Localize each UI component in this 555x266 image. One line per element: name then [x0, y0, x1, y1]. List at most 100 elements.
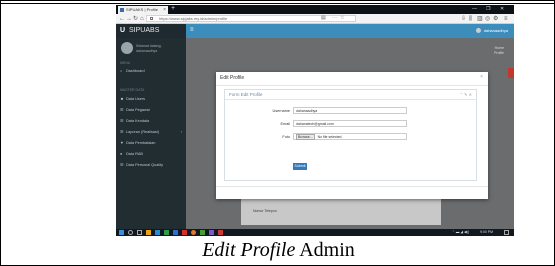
sidebar-item-label: Laporan (Realisasi): [126, 130, 159, 134]
sidebar: U SIPUABS Selamat datang, dahanaadhya ME…: [116, 24, 186, 229]
profile-phone-label: Nomor Telepon: [253, 209, 277, 213]
header-user-menu[interactable]: dahanaadhya: [475, 28, 508, 34]
notification-icon[interactable]: [504, 230, 509, 235]
users-icon: ☻: [120, 97, 124, 101]
sidebar-section-master: MASTER DATA: [120, 88, 145, 92]
app-red-icon[interactable]: [182, 230, 187, 235]
sidebar-item-laporan[interactable]: ☰ Laporan (Realisasi) ‹: [116, 127, 186, 137]
panel-tools-icon[interactable]: ⌃ ✎ ✕: [460, 92, 472, 97]
frame-top-rule: [1, 1, 555, 4]
menu-icon[interactable]: ≡: [504, 15, 508, 23]
sidebar-item-label: Data Users: [126, 97, 146, 101]
content-area: Home Profile Username dahanaadhya Email …: [186, 38, 514, 229]
panel-heading: Form Edit Profile ⌃ ✎ ✕: [225, 90, 476, 100]
hamburger-icon[interactable]: ≡: [190, 27, 194, 33]
sidebar-item-dashboard[interactable]: ⌂ Dashboard: [116, 66, 186, 76]
reader-icon[interactable]: ▤: [321, 15, 326, 22]
task-view-icon[interactable]: [137, 230, 142, 235]
app-purple-icon[interactable]: [209, 230, 214, 235]
avatar: [121, 42, 133, 54]
sidebar-item-pegawai[interactable]: ☰ Data Pegawai: [116, 105, 186, 115]
form-panel: Form Edit Profile ⌃ ✎ ✕ Username Email F…: [224, 89, 477, 181]
url-text: https://www.sipjaks.my.id/admin/profile: [159, 16, 228, 21]
username-label: Username: [272, 109, 290, 113]
app-green-icon[interactable]: [164, 230, 169, 235]
search-icon[interactable]: [128, 230, 133, 235]
close-window-button[interactable]: ✕: [500, 5, 504, 13]
tray-icons[interactable]: ⌃ ▬ ◢ ◀)): [452, 229, 469, 236]
tab-title: SIPUAKS | Profile: [126, 7, 158, 12]
caption-italic: Edit Profile: [202, 239, 296, 261]
back-icon[interactable]: ←: [119, 15, 125, 23]
account-icon[interactable]: ◎: [485, 15, 490, 23]
library-icon[interactable]: ⫼: [469, 15, 472, 23]
user-name: dahanaadhya: [136, 49, 158, 53]
brand-logo-icon: U: [120, 27, 126, 34]
page-actions-icon[interactable]: ⋯: [332, 15, 337, 22]
sidebar-item-rab[interactable]: ● Data RAB: [116, 149, 186, 159]
panel-title: Form Edit Profile: [229, 92, 263, 97]
maximize-button[interactable]: ❐: [486, 5, 490, 13]
breadcrumb: Home Profile: [494, 46, 504, 56]
browser-tabbar: SIPUAKS | Profile × + — ❐ ✕: [116, 5, 514, 14]
header-avatar: [475, 28, 481, 34]
breadcrumb-profile: Profile: [494, 51, 504, 55]
header-user-name: dahanaadhya: [483, 28, 508, 33]
app-page: U SIPUABS Selamat datang, dahanaadhya ME…: [116, 24, 514, 229]
browse-button[interactable]: Browse...: [296, 134, 315, 140]
extensions-icon[interactable]: ⚙: [493, 15, 498, 23]
app-green2-icon[interactable]: [200, 230, 205, 235]
no-file-text: No file selected.: [317, 135, 343, 139]
sidebar-item-pembatalan[interactable]: ▼ Data Pembatalan: [116, 138, 186, 148]
edit-profile-modal: Edit Profile × Form Edit Profile ⌃ ✎ ✕ U…: [216, 72, 488, 199]
caption-rest: Admin: [295, 239, 355, 261]
home-icon: ⌂: [120, 69, 123, 73]
user-greeting: Selamat datang,: [136, 44, 162, 48]
new-tab-button[interactable]: +: [171, 5, 175, 13]
app-blue-icon[interactable]: [173, 230, 178, 235]
file-explorer-icon[interactable]: [146, 230, 151, 235]
sidebar-toggle-icon[interactable]: ▥: [477, 15, 483, 23]
sidebar-item-label: Data Pegawai: [126, 108, 150, 112]
sidebar-item-label: Data Personal Quality: [126, 163, 163, 167]
sidebar-item-label: Data RAB: [126, 152, 143, 156]
figure-caption: Edit Profile Admin: [1, 239, 555, 262]
home-icon[interactable]: ⌂: [140, 15, 144, 23]
list-icon: ☰: [120, 119, 124, 123]
start-icon[interactable]: [119, 230, 124, 235]
modal-footer-divider: [216, 186, 488, 187]
list-icon: ☰: [120, 130, 124, 134]
modal-title: Edit Profile: [220, 75, 245, 81]
tab-close-icon[interactable]: ×: [163, 6, 166, 14]
app-red2-icon[interactable]: [218, 230, 223, 235]
browser-tab[interactable]: SIPUAKS | Profile ×: [118, 6, 168, 14]
sidebar-item-label: Data Kendala: [126, 119, 150, 123]
favicon-icon: [120, 8, 124, 12]
reload-icon[interactable]: ↻: [133, 15, 138, 23]
foto-label: Foto: [282, 135, 290, 139]
sidebar-item-label: Dashboard: [126, 69, 145, 73]
downloads-icon[interactable]: ⇩: [461, 15, 466, 23]
sidebar-item-label: Data Pembatalan: [126, 141, 156, 145]
firefox-icon[interactable]: [191, 230, 196, 235]
edge-icon[interactable]: [155, 230, 160, 235]
username-field[interactable]: [293, 107, 407, 114]
sidebar-item-kendala[interactable]: ☰ Data Kendala: [116, 116, 186, 126]
close-icon[interactable]: ×: [480, 74, 483, 80]
forward-icon[interactable]: →: [126, 15, 132, 23]
figure-frame: SIPUAKS | Profile × + — ❐ ✕ ← → ↻ ⌂ http…: [0, 0, 555, 266]
browser-navbar: ← → ↻ ⌂ https://www.sipjaks.my.id/admin/…: [116, 14, 514, 24]
submit-button[interactable]: Submit: [293, 163, 307, 170]
filter-icon: ▼: [120, 141, 124, 145]
sidebar-item-personal-quality[interactable]: ☰ Data Personal Quality: [116, 160, 186, 170]
email-label: Email: [280, 122, 291, 126]
bookmark-icon[interactable]: ☆: [340, 15, 344, 22]
minimize-button[interactable]: —: [472, 5, 477, 13]
email-field[interactable]: [293, 120, 407, 127]
brand[interactable]: U SIPUABS: [116, 24, 186, 38]
sidebar-item-users[interactable]: ☻ Data Users: [116, 94, 186, 104]
list-icon: ☰: [120, 108, 124, 112]
chevron-left-icon: ‹: [180, 130, 182, 134]
foto-file-input[interactable]: Browse... No file selected.: [293, 133, 407, 140]
sidebar-section-menu: MENU: [120, 61, 131, 65]
